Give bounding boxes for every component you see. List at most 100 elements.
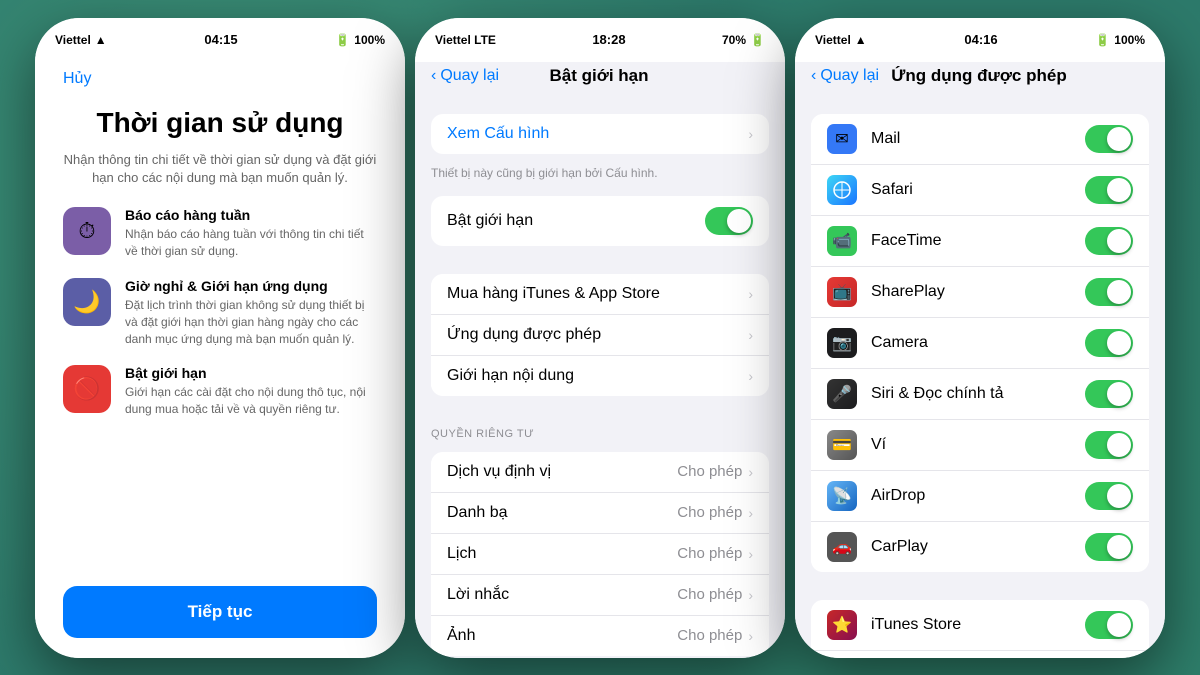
- toggle-mail[interactable]: [1085, 125, 1133, 153]
- status-bar-1: Viettel ▲ 04:15 🔋 100%: [35, 18, 405, 62]
- phones-container: Viettel ▲ 04:15 🔋 100% Hủy Thời gian sử …: [20, 18, 1180, 658]
- nav-bar-2: ‹ Quay lại Bật giới hạn: [415, 62, 785, 94]
- anh-row[interactable]: Ảnh Cho phép ›: [431, 616, 769, 656]
- app-icon-safari: [827, 175, 857, 205]
- toggle-vi[interactable]: [1085, 431, 1133, 459]
- feature-text-downtime: Giờ nghỉ & Giới hạn ứng dụng Đặt lịch tr…: [125, 278, 377, 347]
- mua-hang-row[interactable]: Mua hàng iTunes & App Store ›: [431, 274, 769, 315]
- ung-dung-row[interactable]: Ứng dụng được phép ›: [431, 315, 769, 356]
- app-name-siri: Siri & Đọc chính tả: [871, 385, 1085, 403]
- app-name-airdrop: AirDrop: [871, 487, 1085, 505]
- danh-ba-row[interactable]: Danh bạ Cho phép ›: [431, 493, 769, 534]
- gioi-han-row[interactable]: Giới hạn nội dung ›: [431, 356, 769, 396]
- app-name-camera: Camera: [871, 334, 1085, 352]
- app-icon-itunes: ⭐: [827, 610, 857, 640]
- mua-hang-label: Mua hàng iTunes & App Store: [447, 285, 748, 303]
- bat-gioi-han-toggle[interactable]: [705, 207, 753, 235]
- feature-desc-downtime: Đặt lịch trình thời gian không sử dụng t…: [125, 297, 377, 347]
- app-icon-vi: 💳: [827, 430, 857, 460]
- time-3: 04:16: [964, 32, 997, 47]
- status-left-2: Viettel LTE: [435, 33, 496, 47]
- loi-nhac-value: Cho phép: [677, 586, 742, 603]
- chevron-icon-danh-ba: ›: [748, 505, 753, 521]
- danh-ba-label: Danh bạ: [447, 504, 677, 522]
- status-right-2: 70% 🔋: [722, 33, 765, 47]
- toggle-safari[interactable]: [1085, 176, 1133, 204]
- cancel-button[interactable]: Hủy: [63, 62, 377, 96]
- bat-gioi-han-section: Bật giới hạn: [431, 196, 769, 246]
- dinh-vi-row[interactable]: Dịch vụ định vị Cho phép ›: [431, 452, 769, 493]
- phone-3: Viettel ▲ 04:16 🔋 100% ‹ Quay lại Ứng dụ…: [795, 18, 1165, 658]
- app-icon-airdrop: 📡: [827, 481, 857, 511]
- app-name-mail: Mail: [871, 130, 1085, 148]
- toggle-camera[interactable]: [1085, 329, 1133, 357]
- continue-button[interactable]: Tiếp tục: [63, 586, 377, 638]
- chevron-icon-ung-dung: ›: [748, 327, 753, 343]
- app-icon-facetime: 📹: [827, 226, 857, 256]
- chevron-icon-dinh-vi: ›: [748, 464, 753, 480]
- status-left-3: Viettel ▲: [815, 33, 867, 47]
- phone-2-screen: Xem Cấu hình › Thiết bị này cũng bị giới…: [415, 94, 785, 658]
- toggle-carplay[interactable]: [1085, 533, 1133, 561]
- status-bar-2: Viettel LTE 18:28 70% 🔋: [415, 18, 785, 62]
- toggle-airdrop[interactable]: [1085, 482, 1133, 510]
- feature-text-limit: Bật giới hạn Giới hạn các cài đặt cho nộ…: [125, 365, 377, 418]
- quyen-rieng-tu-header: QUYỀN RIÊNG TƯ: [415, 416, 785, 444]
- battery-2: 70%: [722, 33, 746, 47]
- app-row-vi[interactable]: 💳 Ví: [811, 420, 1149, 471]
- nav-title-3: Ứng dụng được phép: [891, 66, 1066, 86]
- toggle-siri[interactable]: [1085, 380, 1133, 408]
- signal-icon-1: ▲: [95, 33, 107, 47]
- chevron-back-icon-3: ‹: [811, 67, 816, 85]
- toggle-facetime[interactable]: [1085, 227, 1133, 255]
- battery-icon-2: 🔋: [750, 33, 765, 47]
- chevron-icon-anh: ›: [748, 628, 753, 644]
- feature-item-2: 🌙 Giờ nghỉ & Giới hạn ứng dụng Đặt lịch …: [63, 278, 377, 347]
- chevron-icon-loi-nhac: ›: [748, 587, 753, 603]
- app-name-itunes: iTunes Store: [871, 616, 1085, 634]
- signal-icon-3: ▲: [855, 33, 867, 47]
- loi-nhac-row[interactable]: Lời nhắc Cho phép ›: [431, 575, 769, 616]
- feature-desc-weekly: Nhận báo cáo hàng tuần với thông tin chi…: [125, 226, 377, 260]
- app-row-camera[interactable]: 📷 Camera: [811, 318, 1149, 369]
- main-settings-section: Mua hàng iTunes & App Store › Ứng dụng đ…: [431, 274, 769, 396]
- app-row-podcast[interactable]: 🎙 Podcast: [811, 651, 1149, 658]
- feature-item-3: 🚫 Bật giới hạn Giới hạn các cài đặt cho …: [63, 365, 377, 418]
- app-row-mail[interactable]: ✉ Mail: [811, 114, 1149, 165]
- time-2: 18:28: [592, 32, 625, 47]
- chevron-icon-xem: ›: [748, 126, 753, 142]
- back-button-2[interactable]: ‹ Quay lại: [431, 67, 499, 85]
- toggle-shareplay[interactable]: [1085, 278, 1133, 306]
- status-bar-3: Viettel ▲ 04:16 🔋 100%: [795, 18, 1165, 62]
- lich-label: Lịch: [447, 545, 677, 563]
- app-row-shareplay[interactable]: 📺 SharePlay: [811, 267, 1149, 318]
- app-icon-shareplay: 📺: [827, 277, 857, 307]
- back-button-3[interactable]: ‹ Quay lại: [811, 67, 879, 85]
- xem-cau-hinh-row[interactable]: Xem Cấu hình ›: [431, 114, 769, 154]
- cau-hinh-note: Thiết bị này cũng bị giới hạn bởi Cấu hì…: [415, 162, 785, 188]
- battery-icon-3: 🔋: [1095, 33, 1110, 47]
- phone-2: Viettel LTE 18:28 70% 🔋 ‹ Quay lại Bật g…: [415, 18, 785, 658]
- app-name-facetime: FaceTime: [871, 232, 1085, 250]
- feature-title-limit: Bật giới hạn: [125, 365, 377, 381]
- app-row-facetime[interactable]: 📹 FaceTime: [811, 216, 1149, 267]
- app-name-shareplay: SharePlay: [871, 283, 1085, 301]
- app-row-carplay[interactable]: 🚗 CarPlay: [811, 522, 1149, 572]
- phone-1-screen: Hủy Thời gian sử dụng Nhận thông tin chi…: [35, 62, 405, 658]
- app-name-carplay: CarPlay: [871, 538, 1085, 556]
- ung-dung-label: Ứng dụng được phép: [447, 326, 748, 344]
- app-row-itunes[interactable]: ⭐ iTunes Store: [811, 600, 1149, 651]
- app-name-safari: Safari: [871, 181, 1085, 199]
- apps-section-2: ⭐ iTunes Store 🎙 Podcast ❤️ Sức khỏe: [811, 600, 1149, 658]
- app-row-siri[interactable]: 🎤 Siri & Đọc chính tả: [811, 369, 1149, 420]
- app-icon-mail: ✉: [827, 124, 857, 154]
- app-row-safari[interactable]: Safari: [811, 165, 1149, 216]
- time-1: 04:15: [204, 32, 237, 47]
- chevron-back-icon-2: ‹: [431, 67, 436, 85]
- app-row-airdrop[interactable]: 📡 AirDrop: [811, 471, 1149, 522]
- lich-row[interactable]: Lịch Cho phép ›: [431, 534, 769, 575]
- feature-title-downtime: Giờ nghỉ & Giới hạn ứng dụng: [125, 278, 377, 294]
- toggle-itunes[interactable]: [1085, 611, 1133, 639]
- back-label-3: Quay lại: [820, 67, 879, 85]
- bat-gioi-han-row[interactable]: Bật giới hạn: [431, 196, 769, 246]
